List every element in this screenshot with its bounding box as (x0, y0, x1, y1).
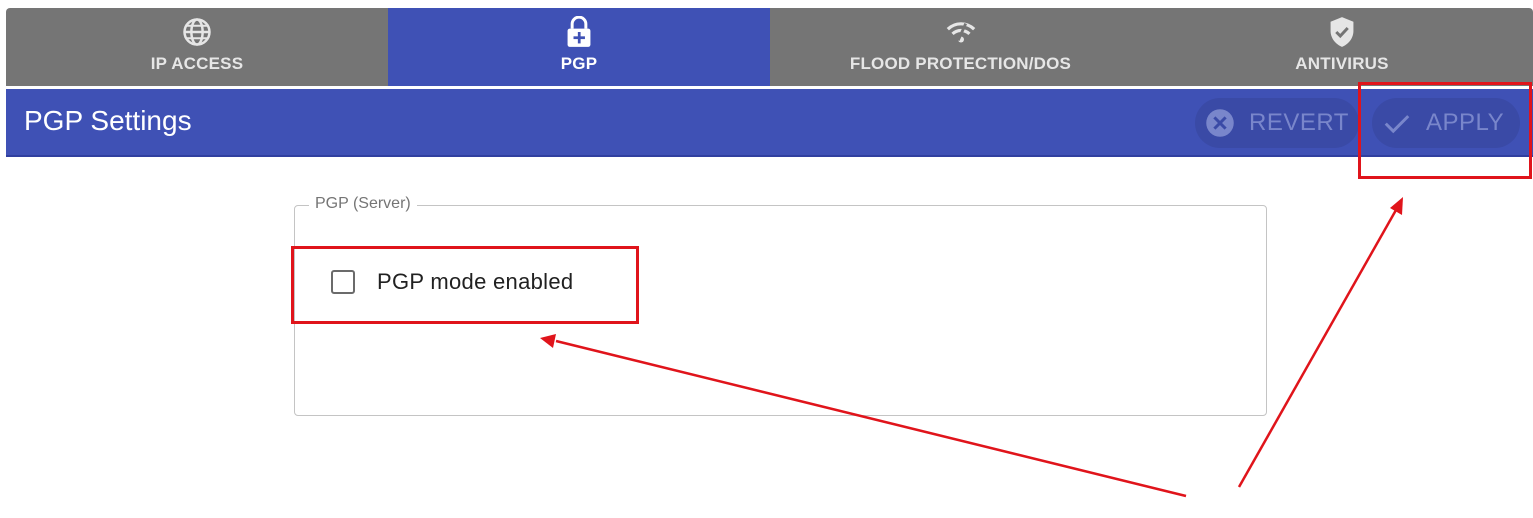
wifi-broken-icon (945, 16, 977, 48)
settings-header: PGP Settings REVERT APPLY (6, 89, 1533, 157)
tab-flood-protection[interactable]: FLOOD PROTECTION/DOS (770, 8, 1151, 86)
page-title: PGP Settings (24, 105, 192, 136)
revert-button[interactable]: REVERT (1195, 98, 1359, 148)
tab-bar: IP ACCESS PGP FLOOD PROTECTION/DOS ANTIV… (6, 8, 1533, 86)
tab-label: FLOOD PROTECTION/DOS (849, 54, 1072, 73)
check-icon (1382, 108, 1412, 138)
pgp-server-fieldset: PGP (Server) PGP mode enabled (294, 195, 1267, 416)
tab-label: PGP (560, 54, 598, 73)
annotation-arrowhead-apply (1390, 197, 1403, 215)
tab-label: ANTIVIRUS (1295, 54, 1389, 73)
tab-pgp[interactable]: PGP (388, 8, 770, 86)
revert-label: REVERT (1249, 109, 1349, 136)
pgp-mode-checkbox-row[interactable]: PGP mode enabled (331, 269, 573, 295)
tab-ip-access[interactable]: IP ACCESS (6, 8, 388, 86)
apply-label: APPLY (1426, 109, 1505, 136)
pgp-mode-checkbox[interactable] (331, 270, 355, 294)
tab-label: IP ACCESS (150, 54, 244, 73)
cancel-circle-icon (1205, 108, 1235, 138)
shield-check-icon (1326, 16, 1358, 48)
lock-plus-icon (563, 16, 595, 48)
apply-button[interactable]: APPLY (1372, 98, 1520, 148)
top-strip (0, 0, 1533, 8)
pgp-mode-label: PGP mode enabled (377, 269, 574, 294)
fieldset-legend: PGP (Server) (309, 195, 417, 213)
tab-antivirus[interactable]: ANTIVIRUS (1151, 8, 1533, 86)
globe-icon (181, 16, 213, 48)
